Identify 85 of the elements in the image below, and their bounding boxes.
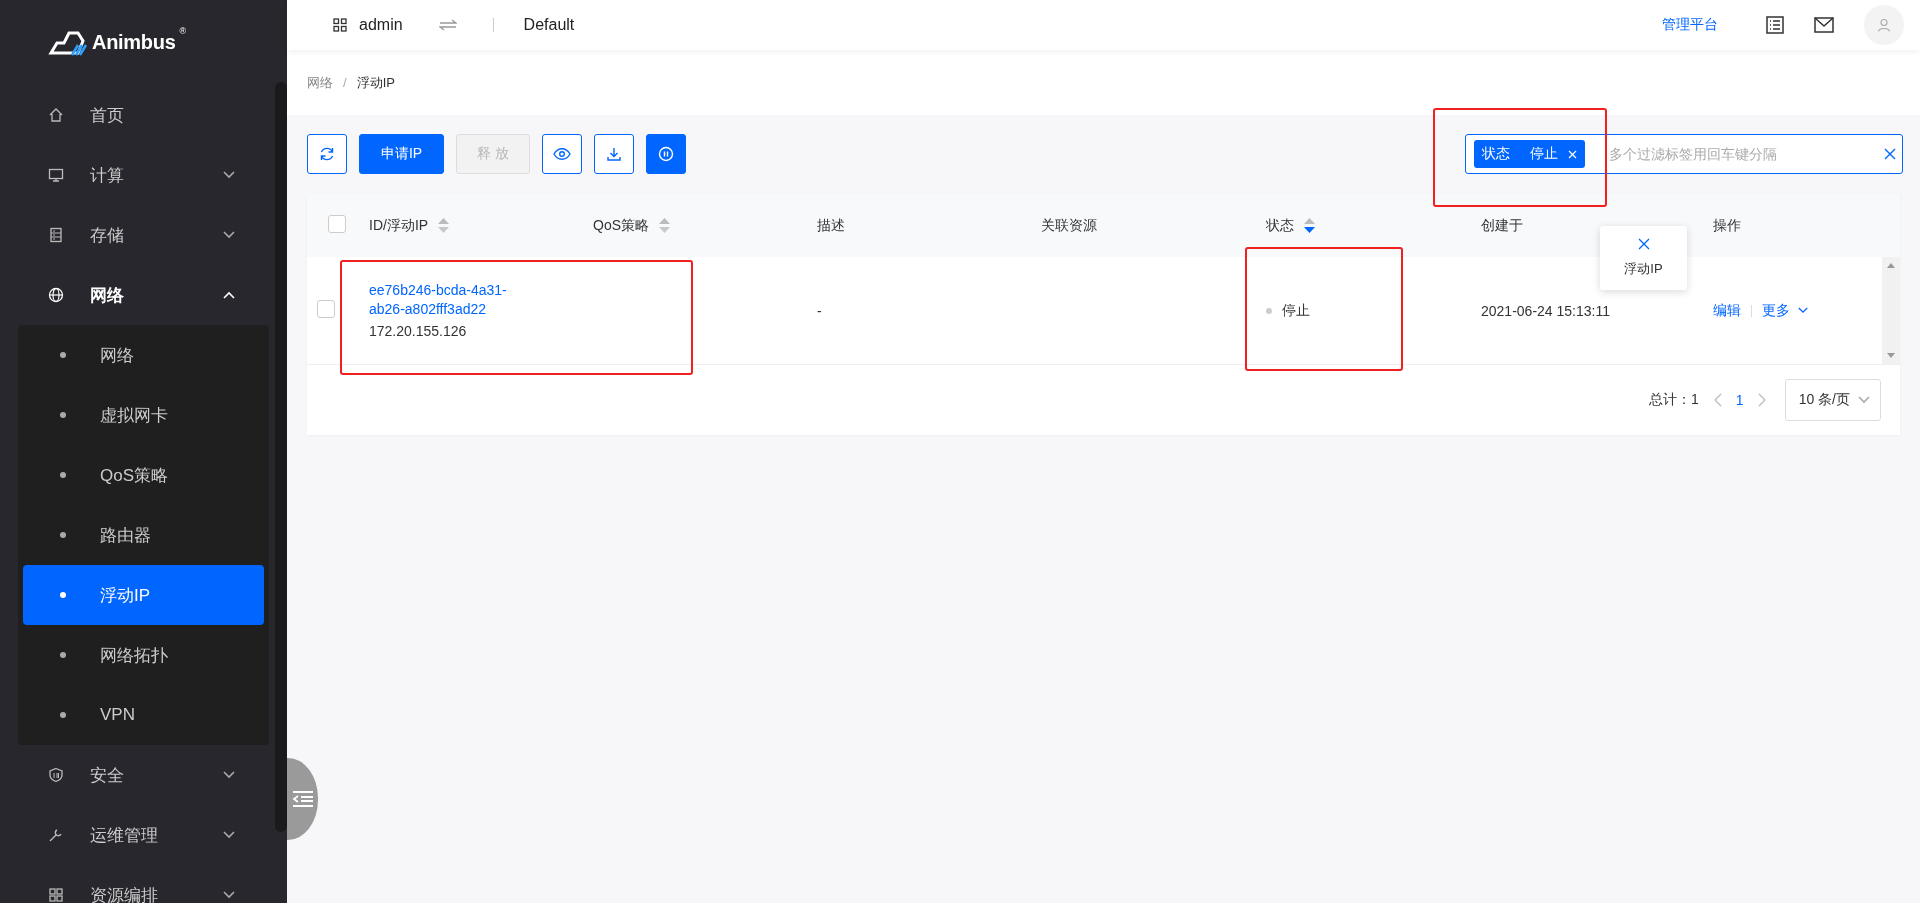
globe-icon — [48, 287, 64, 303]
table-cell: 2021-06-24 15:13:11 — [1481, 302, 1610, 319]
submenu-item[interactable]: QoS策略 — [23, 445, 264, 505]
grid-icon — [48, 887, 64, 903]
column-header: 描述 — [817, 216, 845, 235]
apps-grid-icon[interactable] — [333, 18, 347, 32]
page-size-select[interactable]: 10 条/页 — [1784, 379, 1881, 421]
status-text: 停止 — [1282, 301, 1310, 320]
list-icon[interactable] — [1766, 16, 1784, 34]
download-icon — [606, 146, 622, 162]
home-icon — [48, 107, 64, 123]
page-number[interactable]: 1 — [1735, 392, 1744, 408]
brand-name: Animbus — [92, 31, 176, 54]
checkbox[interactable] — [317, 300, 335, 318]
chevron-icon — [223, 171, 235, 179]
project-name: Default — [523, 16, 575, 34]
submenu-item[interactable]: 虚拟网卡 — [23, 385, 264, 445]
dropdown-item[interactable]: 浮动IP — [1624, 260, 1663, 278]
breadcrumb-item: 浮动IP — [356, 73, 395, 92]
sidebar-item[interactable]: 资源编排 — [0, 865, 275, 903]
registered-mark: ® — [179, 26, 187, 36]
submenu-item[interactable]: 路由器 — [23, 505, 264, 565]
breadcrumb-item[interactable]: 网络 — [307, 73, 333, 92]
sidebar-item[interactable]: 网络 — [0, 265, 275, 325]
filter-field[interactable]: 状态 停止 多个过滤标签用回车键分隔 — [1465, 134, 1903, 174]
pause-icon — [658, 146, 674, 162]
prev-page-icon[interactable] — [1712, 393, 1722, 407]
column-header: ID/浮动IP — [369, 216, 429, 235]
mail-icon[interactable] — [1814, 17, 1834, 33]
resource-id-link[interactable]: ee76b246-bcda-4a31-ab26-a802fff3ad22 — [369, 280, 519, 319]
avatar[interactable] — [1864, 5, 1904, 45]
sidebar-item[interactable]: 存储 — [0, 205, 275, 265]
pause-button[interactable] — [646, 134, 686, 174]
submenu-item[interactable]: 网络 — [23, 325, 264, 385]
download-button[interactable] — [594, 134, 634, 174]
eye-icon — [553, 148, 571, 160]
refresh-button[interactable] — [307, 134, 347, 174]
submenu-item[interactable]: VPN — [23, 685, 264, 745]
chevron-icon — [223, 831, 235, 839]
view-button[interactable] — [542, 134, 582, 174]
wrench-icon — [48, 827, 64, 843]
collapse-icon — [291, 791, 314, 807]
chevron-icon — [1798, 307, 1808, 314]
chevron-icon — [223, 891, 235, 899]
more-link[interactable]: 更多 — [1762, 301, 1808, 320]
user-name: admin — [359, 16, 403, 34]
shield-icon — [48, 767, 64, 783]
refresh-icon — [319, 146, 335, 162]
column-header: 关联资源 — [1041, 216, 1097, 235]
monitor-icon — [48, 167, 64, 183]
submenu-item[interactable]: 浮动IP — [23, 565, 264, 625]
sidebar-item[interactable]: 安全 — [0, 745, 275, 805]
scrollbar[interactable] — [1882, 257, 1900, 364]
submenu-item[interactable]: 网络拓扑 — [23, 625, 264, 685]
switch-icon[interactable] — [438, 19, 457, 31]
column-header: QoS策略 — [593, 216, 649, 235]
edit-link[interactable]: 编辑 — [1713, 301, 1741, 320]
platform-link[interactable]: 管理平台 — [1662, 16, 1718, 34]
user-icon — [1877, 18, 1891, 32]
chevron-icon — [223, 231, 235, 239]
scrollbar[interactable] — [275, 82, 287, 832]
column-header: 创建于 — [1481, 216, 1523, 235]
table-cell: - — [817, 302, 822, 319]
checkbox[interactable] — [328, 215, 346, 233]
total-label: 总计：1 — [1649, 391, 1699, 409]
ip-address: 172.20.155.126 — [369, 321, 467, 341]
close-icon[interactable] — [1637, 238, 1650, 250]
clear-icon[interactable] — [1884, 148, 1896, 160]
breadcrumb-separator: / — [343, 75, 347, 90]
chevron-icon — [223, 291, 235, 299]
apply-ip-button[interactable]: 申请IP — [359, 134, 444, 174]
sidebar-item[interactable]: 运维管理 — [0, 805, 275, 865]
column-header: 操作 — [1713, 216, 1741, 235]
column-header: 状态 — [1266, 216, 1294, 235]
sort-icon[interactable] — [1304, 218, 1315, 233]
sidebar-item[interactable]: 首页 — [0, 85, 275, 145]
sidebar-item[interactable]: 计算 — [0, 145, 275, 205]
scroll-up-icon[interactable] — [1887, 263, 1895, 268]
storage-icon — [48, 227, 64, 243]
next-page-icon[interactable] — [1757, 393, 1767, 407]
chevron-icon — [1858, 396, 1870, 404]
status-dot — [1266, 307, 1272, 314]
chevron-icon — [223, 771, 235, 779]
scroll-down-icon[interactable] — [1887, 353, 1895, 358]
filter-tag[interactable]: 状态 停止 — [1474, 140, 1585, 168]
